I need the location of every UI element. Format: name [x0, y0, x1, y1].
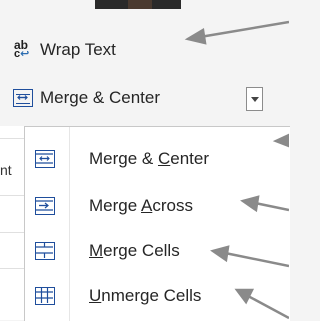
annotation-arrowhead: [234, 288, 255, 305]
annotation-arrow-merge-cells: [224, 251, 289, 268]
annotation-arrowhead: [210, 245, 230, 263]
annotation-arrow-unmerge-cells: [247, 294, 289, 320]
annotation-arrowhead: [240, 195, 260, 213]
annotation-arrow-wrap-text: [199, 20, 289, 39]
annotation-arrowhead: [184, 27, 207, 45]
annotation-arrowhead: [272, 133, 289, 148]
annotation-arrow-merge-across: [254, 201, 289, 212]
annotation-arrows: [184, 20, 289, 320]
